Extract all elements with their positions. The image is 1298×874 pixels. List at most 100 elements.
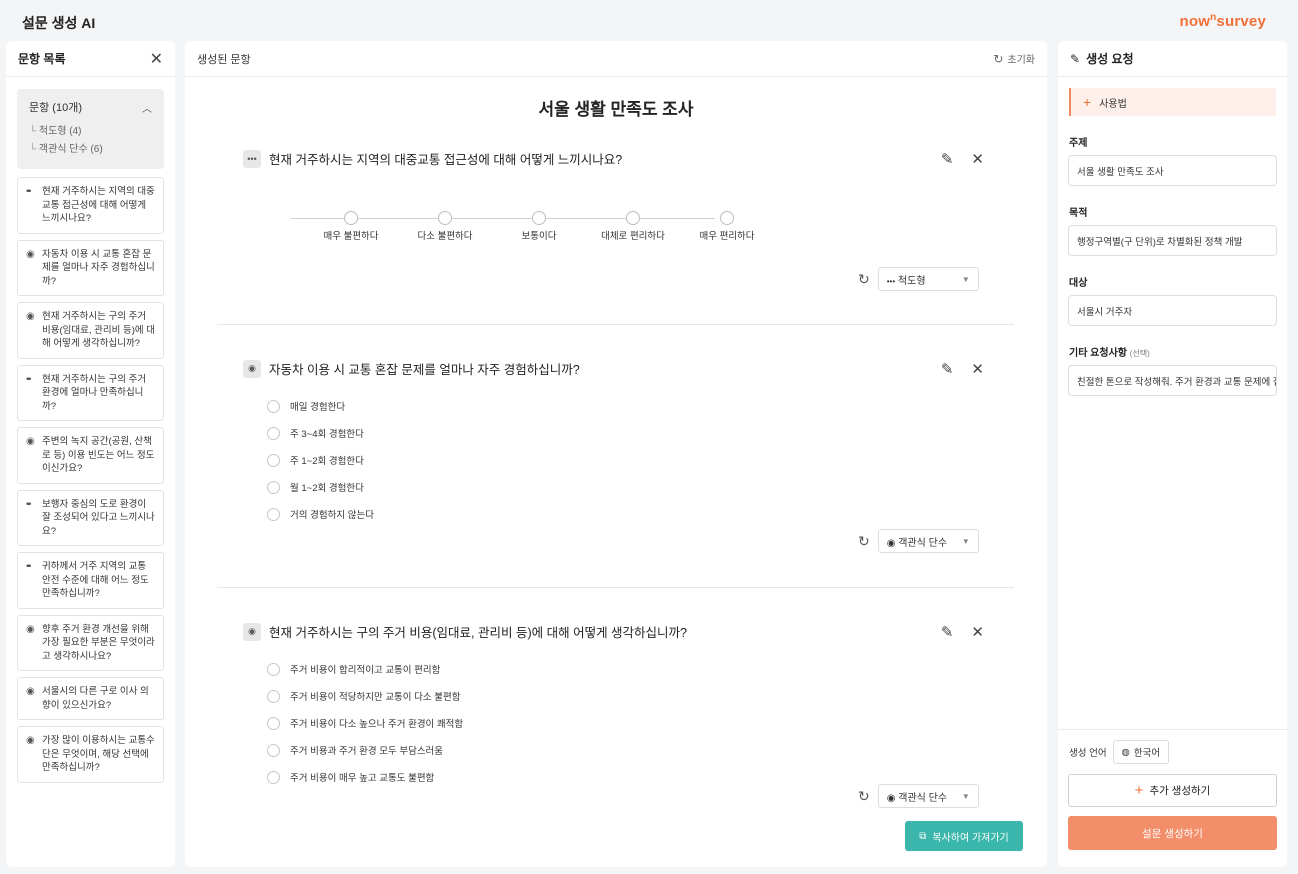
usage-button[interactable]: + 사용법 [1069, 88, 1276, 116]
list-item[interactable]: ◉ 주변의 녹지 공간(공원, 산책로 등) 이용 빈도는 어느 정도이신가요? [17, 427, 164, 484]
scale-radio[interactable] [344, 211, 358, 225]
option-item[interactable]: 주거 비용이 매우 높고 교통도 불편함 [267, 770, 434, 784]
language-row: 생성 언어 ◍ 한국어 [1069, 740, 1276, 764]
language-label: 생성 언어 [1069, 748, 1107, 759]
question-list: ••• 현재 거주하시는 지역의 대중교통 접근성에 대해 어떻게 느끼시나요? … [17, 177, 164, 783]
scale-radio[interactable] [438, 211, 452, 225]
edit-icon[interactable]: ✎ [941, 623, 954, 641]
generate-survey-button[interactable]: 설문 생성하기 [1068, 816, 1277, 850]
question-header: ◉ 현재 거주하시는 구의 주거 비용(임대료, 관리비 등)에 대해 어떻게 … [243, 622, 1014, 641]
language-select[interactable]: ◍ 한국어 [1112, 740, 1170, 764]
scale-point[interactable]: 매우 편리하다 [687, 211, 767, 242]
option-radio[interactable] [267, 662, 280, 676]
option-radio[interactable] [267, 689, 280, 703]
topic-field[interactable]: 서울 생활 만족도 조사 [1068, 155, 1277, 186]
brand-suffix: survey [1216, 13, 1266, 30]
list-item[interactable]: ••• 보행자 중심의 도로 환경이 잘 조성되어 있다고 느끼시나요? [17, 489, 164, 546]
list-item[interactable]: ••• 현재 거주하시는 구의 주거 환경에 얼마나 만족하십니까? [17, 364, 164, 421]
list-item[interactable]: ◉ 서울시의 다른 구로 이사 의향이 있으신가요? [17, 677, 164, 720]
question-type-row: ↻ ••• 척도형 ▼ [858, 267, 979, 291]
scale-radio[interactable] [532, 211, 546, 225]
close-icon[interactable]: ✕ [150, 49, 163, 69]
question-type-select[interactable]: ◉ 객관식 단수 ▼ [877, 784, 979, 808]
option-label: 매일 경험한다 [290, 402, 346, 413]
delete-icon[interactable]: ✕ [971, 623, 984, 641]
scale-radio[interactable] [720, 211, 734, 225]
regenerate-icon[interactable]: ↻ [858, 271, 870, 288]
radio-icon: ◉ [243, 359, 261, 378]
list-item-text: 가장 많이 이용하시는 교통수단은 무엇이며, 해당 선택에 만족하십니까? [42, 735, 155, 773]
summary-title: 문항 (10개) [29, 102, 82, 114]
regenerate-icon[interactable]: ↻ [858, 788, 870, 805]
question-summary[interactable]: 문항 (10개) ︿ 척도형 (4) 객관식 단수 (6) [17, 89, 164, 169]
radio-icon: ◉ [886, 792, 896, 804]
question-type-row: ↻ ◉ 객관식 단수 ▼ [858, 784, 979, 808]
option-radio[interactable] [267, 399, 280, 413]
request-header: ✎ 생성 요청 [1058, 41, 1287, 77]
option-radio[interactable] [267, 507, 280, 521]
option-item[interactable]: 매일 경험한다 [267, 399, 345, 413]
copy-button[interactable]: ⧉ 복사하여 가져가기 [905, 821, 1023, 851]
list-item-text: 주변의 녹지 공간(공원, 산책로 등) 이용 빈도는 어느 정도이신가요? [42, 436, 155, 474]
optional-note: (선택) [1129, 349, 1150, 358]
divider [217, 324, 1014, 325]
list-item[interactable]: ◉ 현재 거주하시는 구의 주거 비용(임대료, 관리비 등)에 대해 어떻게 생… [17, 302, 164, 359]
scale-icon: ••• [26, 186, 31, 196]
scale-point[interactable]: 대체로 편리하다 [593, 211, 673, 242]
edit-icon: ✎ [1070, 51, 1081, 66]
question-text: 자동차 이용 시 교통 혼잡 문제를 얼마나 자주 경험하십니까? [269, 363, 580, 377]
divider [217, 587, 1014, 588]
reset-button[interactable]: ↻ 초기화 [993, 51, 1035, 67]
list-item[interactable]: ◉ 향후 주거 환경 개선을 위해 가장 필요한 부분은 무엇이라고 생각하시나요… [17, 614, 164, 671]
generated-header: 생성된 문항 ↻ 초기화 [185, 41, 1047, 77]
list-item[interactable]: ◉ 자동차 이용 시 교통 혼잡 문제를 얼마나 자주 경험하십니까? [17, 239, 164, 296]
generated-questions-panel: 생성된 문항 ↻ 초기화 서울 생활 만족도 조사 ••• 현재 거주하시는 지역… [185, 41, 1047, 867]
radio-icon: ◉ [243, 622, 261, 641]
option-item[interactable]: 주거 비용과 주거 환경 모두 부담스러움 [267, 743, 443, 757]
option-item[interactable]: 월 1~2회 경험한다 [267, 480, 364, 494]
scale-point[interactable]: 보통이다 [499, 211, 579, 242]
option-radio[interactable] [267, 453, 280, 467]
list-item[interactable]: ◉ 가장 많이 이용하시는 교통수단은 무엇이며, 해당 선택에 만족하십니까? [17, 726, 164, 783]
scale-point[interactable]: 매우 불편하다 [311, 211, 391, 242]
list-item-text: 귀하께서 거주 지역의 교통 안전 수준에 대해 어느 정도 만족하십니까? [42, 561, 149, 599]
edit-icon[interactable]: ✎ [941, 360, 954, 378]
option-radio[interactable] [267, 480, 280, 494]
scale-radio[interactable] [626, 211, 640, 225]
scale-label: 매우 불편하다 [323, 231, 379, 242]
delete-icon[interactable]: ✕ [971, 360, 984, 378]
request-title: 생성 요청 [1086, 52, 1134, 66]
option-radio[interactable] [267, 716, 280, 730]
radio-icon: ◉ [26, 623, 35, 635]
delete-icon[interactable]: ✕ [971, 150, 984, 168]
option-item[interactable]: 주 1~2회 경험한다 [267, 453, 364, 467]
add-generate-button[interactable]: + 추가 생성하기 [1068, 774, 1277, 807]
option-radio[interactable] [267, 426, 280, 440]
option-label: 주거 비용이 합리적이고 교통이 편리함 [290, 665, 441, 676]
option-item[interactable]: 거의 경험하지 않는다 [267, 507, 374, 521]
question-type-select[interactable]: ••• 척도형 ▼ [877, 267, 979, 291]
target-field[interactable]: 서울시 거주자 [1068, 295, 1277, 326]
question-list-header: 문항 목록 ✕ [6, 41, 175, 77]
regenerate-icon[interactable]: ↻ [858, 533, 870, 550]
option-radio[interactable] [267, 743, 280, 757]
list-item[interactable]: ••• 귀하께서 거주 지역의 교통 안전 수준에 대해 어느 정도 만족하십니까… [17, 552, 164, 609]
type-label: 척도형 [897, 275, 926, 287]
option-item[interactable]: 주거 비용이 합리적이고 교통이 편리함 [267, 662, 440, 676]
chevron-down-icon: ▼ [961, 536, 970, 546]
purpose-field[interactable]: 행정구역별(구 단위)로 차별화된 정책 개발 [1068, 225, 1277, 256]
extra-request-field[interactable]: 친절한 톤으로 작성해줘. 주거 환경과 교통 문제에 집 [1068, 365, 1277, 396]
option-item[interactable]: 주거 비용이 다소 높으나 주거 환경이 쾌적함 [267, 716, 463, 730]
type-label: 객관식 단수 [898, 537, 948, 549]
option-item[interactable]: 주거 비용이 적당하지만 교통이 다소 불편함 [267, 689, 461, 703]
target-label: 대상 [1069, 278, 1088, 289]
chevron-up-icon[interactable]: ︿ [142, 100, 152, 115]
option-radio[interactable] [267, 770, 280, 784]
list-item-text: 보행자 중심의 도로 환경이 잘 조성되어 있다고 느끼시나요? [42, 498, 155, 537]
option-item[interactable]: 주 3~4회 경험한다 [267, 426, 364, 440]
edit-icon[interactable]: ✎ [941, 150, 954, 168]
add-generate-label: 추가 생성하기 [1149, 785, 1211, 797]
scale-point[interactable]: 다소 불편하다 [405, 211, 485, 242]
list-item[interactable]: ••• 현재 거주하시는 지역의 대중교통 접근성에 대해 어떻게 느끼시나요? [17, 177, 164, 234]
question-type-select[interactable]: ◉ 객관식 단수 ▼ [877, 529, 979, 553]
